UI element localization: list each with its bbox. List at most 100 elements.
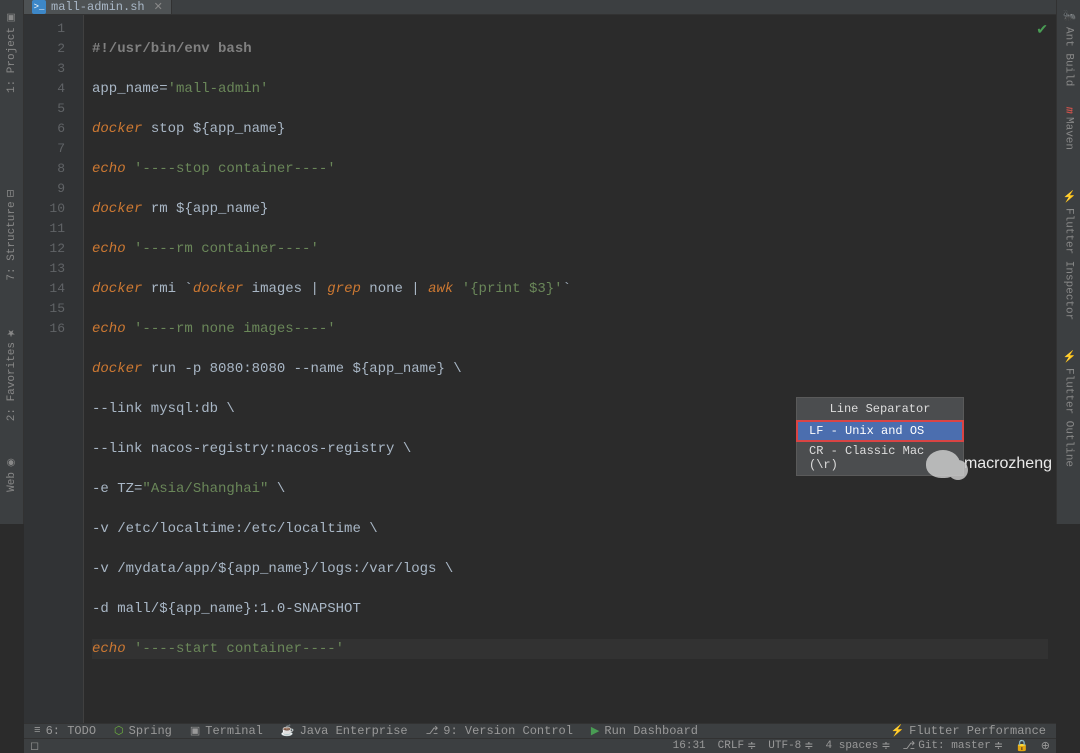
sidebar-item-label: Web (6, 472, 18, 492)
tab-mall-admin[interactable]: >_ mall-admin.sh ✕ (24, 0, 172, 14)
sidebar-item-structure[interactable]: 7: Structure ⊟ (4, 181, 20, 289)
tool-run-dashboard[interactable]: ▶ Run Dashboard (591, 724, 698, 738)
sidebar-item-flutter-inspector[interactable]: ⚡ Flutter Inspector (1060, 180, 1077, 330)
code-token: run -p 8080:8080 --name ${app_name} \ (142, 361, 461, 377)
sidebar-item-project[interactable]: 1: Project ▣ (4, 4, 20, 101)
line-number: 15 (24, 299, 65, 319)
code-token: echo (92, 641, 126, 657)
code-token: '----rm container----' (126, 241, 319, 257)
popup-option-lf[interactable]: LF - Unix and OS (797, 421, 963, 441)
line-number: 2 (24, 39, 65, 59)
tool-todo[interactable]: ≡ 6: TODO (34, 724, 96, 738)
tool-spring[interactable]: ⬡ Spring (114, 724, 172, 738)
status-overflow-icon[interactable]: ⊕ (1041, 739, 1050, 753)
ant-icon: 🐜 (1062, 10, 1075, 23)
code-token: -e TZ= (92, 481, 142, 497)
line-number: 5 (24, 99, 65, 119)
sidebar-item-label: 7: Structure (6, 201, 18, 280)
watermark-text: macrozheng (964, 455, 1052, 473)
sidebar-item-favorites[interactable]: 2: Favorites ★ (4, 319, 20, 429)
code-token: docker (92, 121, 142, 137)
lock-icon[interactable]: 🔒 (1015, 739, 1029, 753)
status-cursor-position[interactable]: 16:31 (673, 740, 706, 752)
list-icon: ≡ (34, 725, 41, 737)
sidebar-item-web[interactable]: Web ◉ (4, 449, 20, 500)
right-tool-window-bar: 🐜 Ant Build m Maven ⚡ Flutter Inspector … (1056, 0, 1080, 524)
line-number: 11 (24, 219, 65, 239)
editor-tabs: >_ mall-admin.sh ✕ (24, 0, 1056, 15)
code-token (453, 281, 461, 297)
spring-icon: ⬡ (114, 724, 124, 738)
flutter-icon: ⚡ (890, 724, 904, 738)
wechat-icon (926, 450, 960, 478)
folder-icon: ▣ (6, 12, 17, 23)
status-encoding[interactable]: UTF-8 ≑ (768, 739, 813, 753)
flutter-icon: ⚡ (1062, 350, 1075, 363)
code-token: rmi ` (142, 281, 192, 297)
code-token: '----rm none images----' (126, 321, 336, 337)
code-token: echo (92, 321, 126, 337)
chevron-down-icon: ≑ (881, 739, 890, 753)
code-token: stop ${app_name} (142, 121, 285, 137)
code-token: docker (92, 361, 142, 377)
tool-terminal[interactable]: ▣ Terminal (190, 724, 263, 738)
maven-icon: m (1063, 107, 1075, 114)
tool-version-control[interactable]: ⎇ 9: Version Control (426, 724, 573, 738)
code-token: none | (361, 281, 428, 297)
line-number: 14 (24, 279, 65, 299)
line-number: 12 (24, 239, 65, 259)
globe-icon: ◉ (6, 457, 17, 468)
sidebar-item-label: Maven (1063, 117, 1075, 150)
terminal-icon: ▣ (190, 724, 200, 738)
window-icon[interactable]: ◻ (30, 739, 39, 753)
code-token: --link mysql:db \ (92, 401, 235, 417)
line-number: 3 (24, 59, 65, 79)
chevron-down-icon: ≑ (747, 739, 756, 753)
tool-label: Run Dashboard (604, 724, 698, 738)
close-icon[interactable]: ✕ (154, 0, 163, 14)
bottom-tool-window-bar: ≡ 6: TODO ⬡ Spring ▣ Terminal ☕ Java Ent… (24, 723, 1056, 738)
code-token: grep (327, 281, 361, 297)
gutter: 1 2 3 4 5 6 7 8 9 10 11 12 13 14 15 16 (24, 15, 84, 723)
line-number: 16 (24, 319, 65, 339)
code-token: -v /etc/localtime:/etc/localtime \ (92, 521, 378, 537)
status-git-branch[interactable]: ⎇ Git: master ≑ (903, 739, 1004, 753)
code-token: ` (563, 281, 571, 297)
tab-label: mall-admin.sh (51, 0, 145, 14)
code-token: '{print $3}' (462, 281, 563, 297)
code-token: 'mall-admin' (168, 81, 269, 97)
code-token: docker (92, 281, 142, 297)
code-token: #!/usr/bin/env bash (92, 41, 252, 57)
tool-label: Terminal (205, 724, 263, 738)
code-token: docker (193, 281, 243, 297)
code-token: "Asia/Shanghai" (142, 481, 268, 497)
star-icon: ★ (6, 327, 17, 338)
status-bar: ◻ 16:31 CRLF ≑ UTF-8 ≑ 4 spaces ≑ ⎇ Git:… (24, 738, 1056, 753)
inspection-ok-icon: ✔ (1036, 21, 1048, 41)
tool-label: 9: Version Control (443, 724, 573, 738)
line-number: 4 (24, 79, 65, 99)
popup-title: Line Separator (797, 398, 963, 421)
code-token: -d mall/${app_name}:1.0-SNAPSHOT (92, 601, 361, 617)
line-number: 6 (24, 119, 65, 139)
code-token: images | (243, 281, 327, 297)
branch-icon: ⎇ (426, 724, 439, 738)
sidebar-item-flutter-outline[interactable]: ⚡ Flutter Outline (1060, 340, 1077, 476)
sidebar-item-ant[interactable]: 🐜 Ant Build (1060, 0, 1077, 97)
line-number: 9 (24, 179, 65, 199)
code-content[interactable]: #!/usr/bin/env bash app_name='mall-admin… (84, 15, 1056, 723)
watermark: macrozheng (926, 450, 1052, 478)
sidebar-item-maven[interactable]: m Maven (1061, 97, 1077, 161)
tool-label: Spring (129, 724, 172, 738)
tool-label: Java Enterprise (300, 724, 408, 738)
structure-icon: ⊟ (6, 189, 17, 197)
line-number: 1 (24, 19, 65, 39)
code-token: echo (92, 161, 126, 177)
tool-flutter-performance[interactable]: ⚡ Flutter Performance (890, 724, 1046, 738)
status-indent[interactable]: 4 spaces ≑ (826, 739, 891, 753)
line-number: 7 (24, 139, 65, 159)
tool-java-enterprise[interactable]: ☕ Java Enterprise (281, 724, 408, 738)
editor[interactable]: 1 2 3 4 5 6 7 8 9 10 11 12 13 14 15 16 #… (24, 15, 1056, 723)
status-line-separator[interactable]: CRLF ≑ (718, 739, 757, 753)
chevron-down-icon: ≑ (994, 739, 1003, 753)
